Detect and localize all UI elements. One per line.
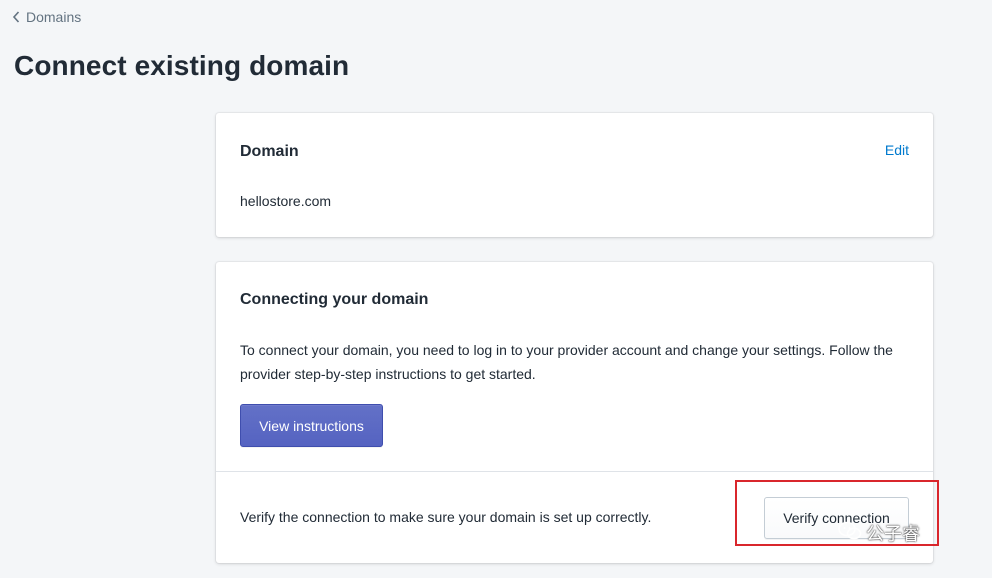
domain-card-heading: Domain: [240, 143, 299, 160]
domain-card: Domain Edit hellostore.com: [216, 113, 933, 237]
breadcrumb-label: Domains: [26, 9, 82, 25]
watermark-text: 公子睿: [866, 524, 920, 544]
page-title: Connect existing domain: [14, 50, 350, 81]
section-divider: [216, 471, 933, 472]
edit-link[interactable]: Edit: [885, 142, 909, 158]
verify-connection-text: Verify the connection to make sure your …: [240, 509, 652, 525]
chevron-left-icon: [12, 11, 20, 23]
wechat-icon: [838, 521, 862, 546]
watermark: 公子睿: [838, 520, 920, 546]
breadcrumb-back-domains[interactable]: Domains: [12, 9, 81, 25]
connect-card-heading: Connecting your domain: [240, 291, 429, 308]
domain-value: hellostore.com: [240, 193, 332, 209]
connect-instructions-text: To connect your domain, you need to log …: [240, 342, 893, 382]
view-instructions-button[interactable]: View instructions: [240, 404, 383, 447]
connect-card: Connecting your domain To connect your d…: [216, 262, 933, 563]
